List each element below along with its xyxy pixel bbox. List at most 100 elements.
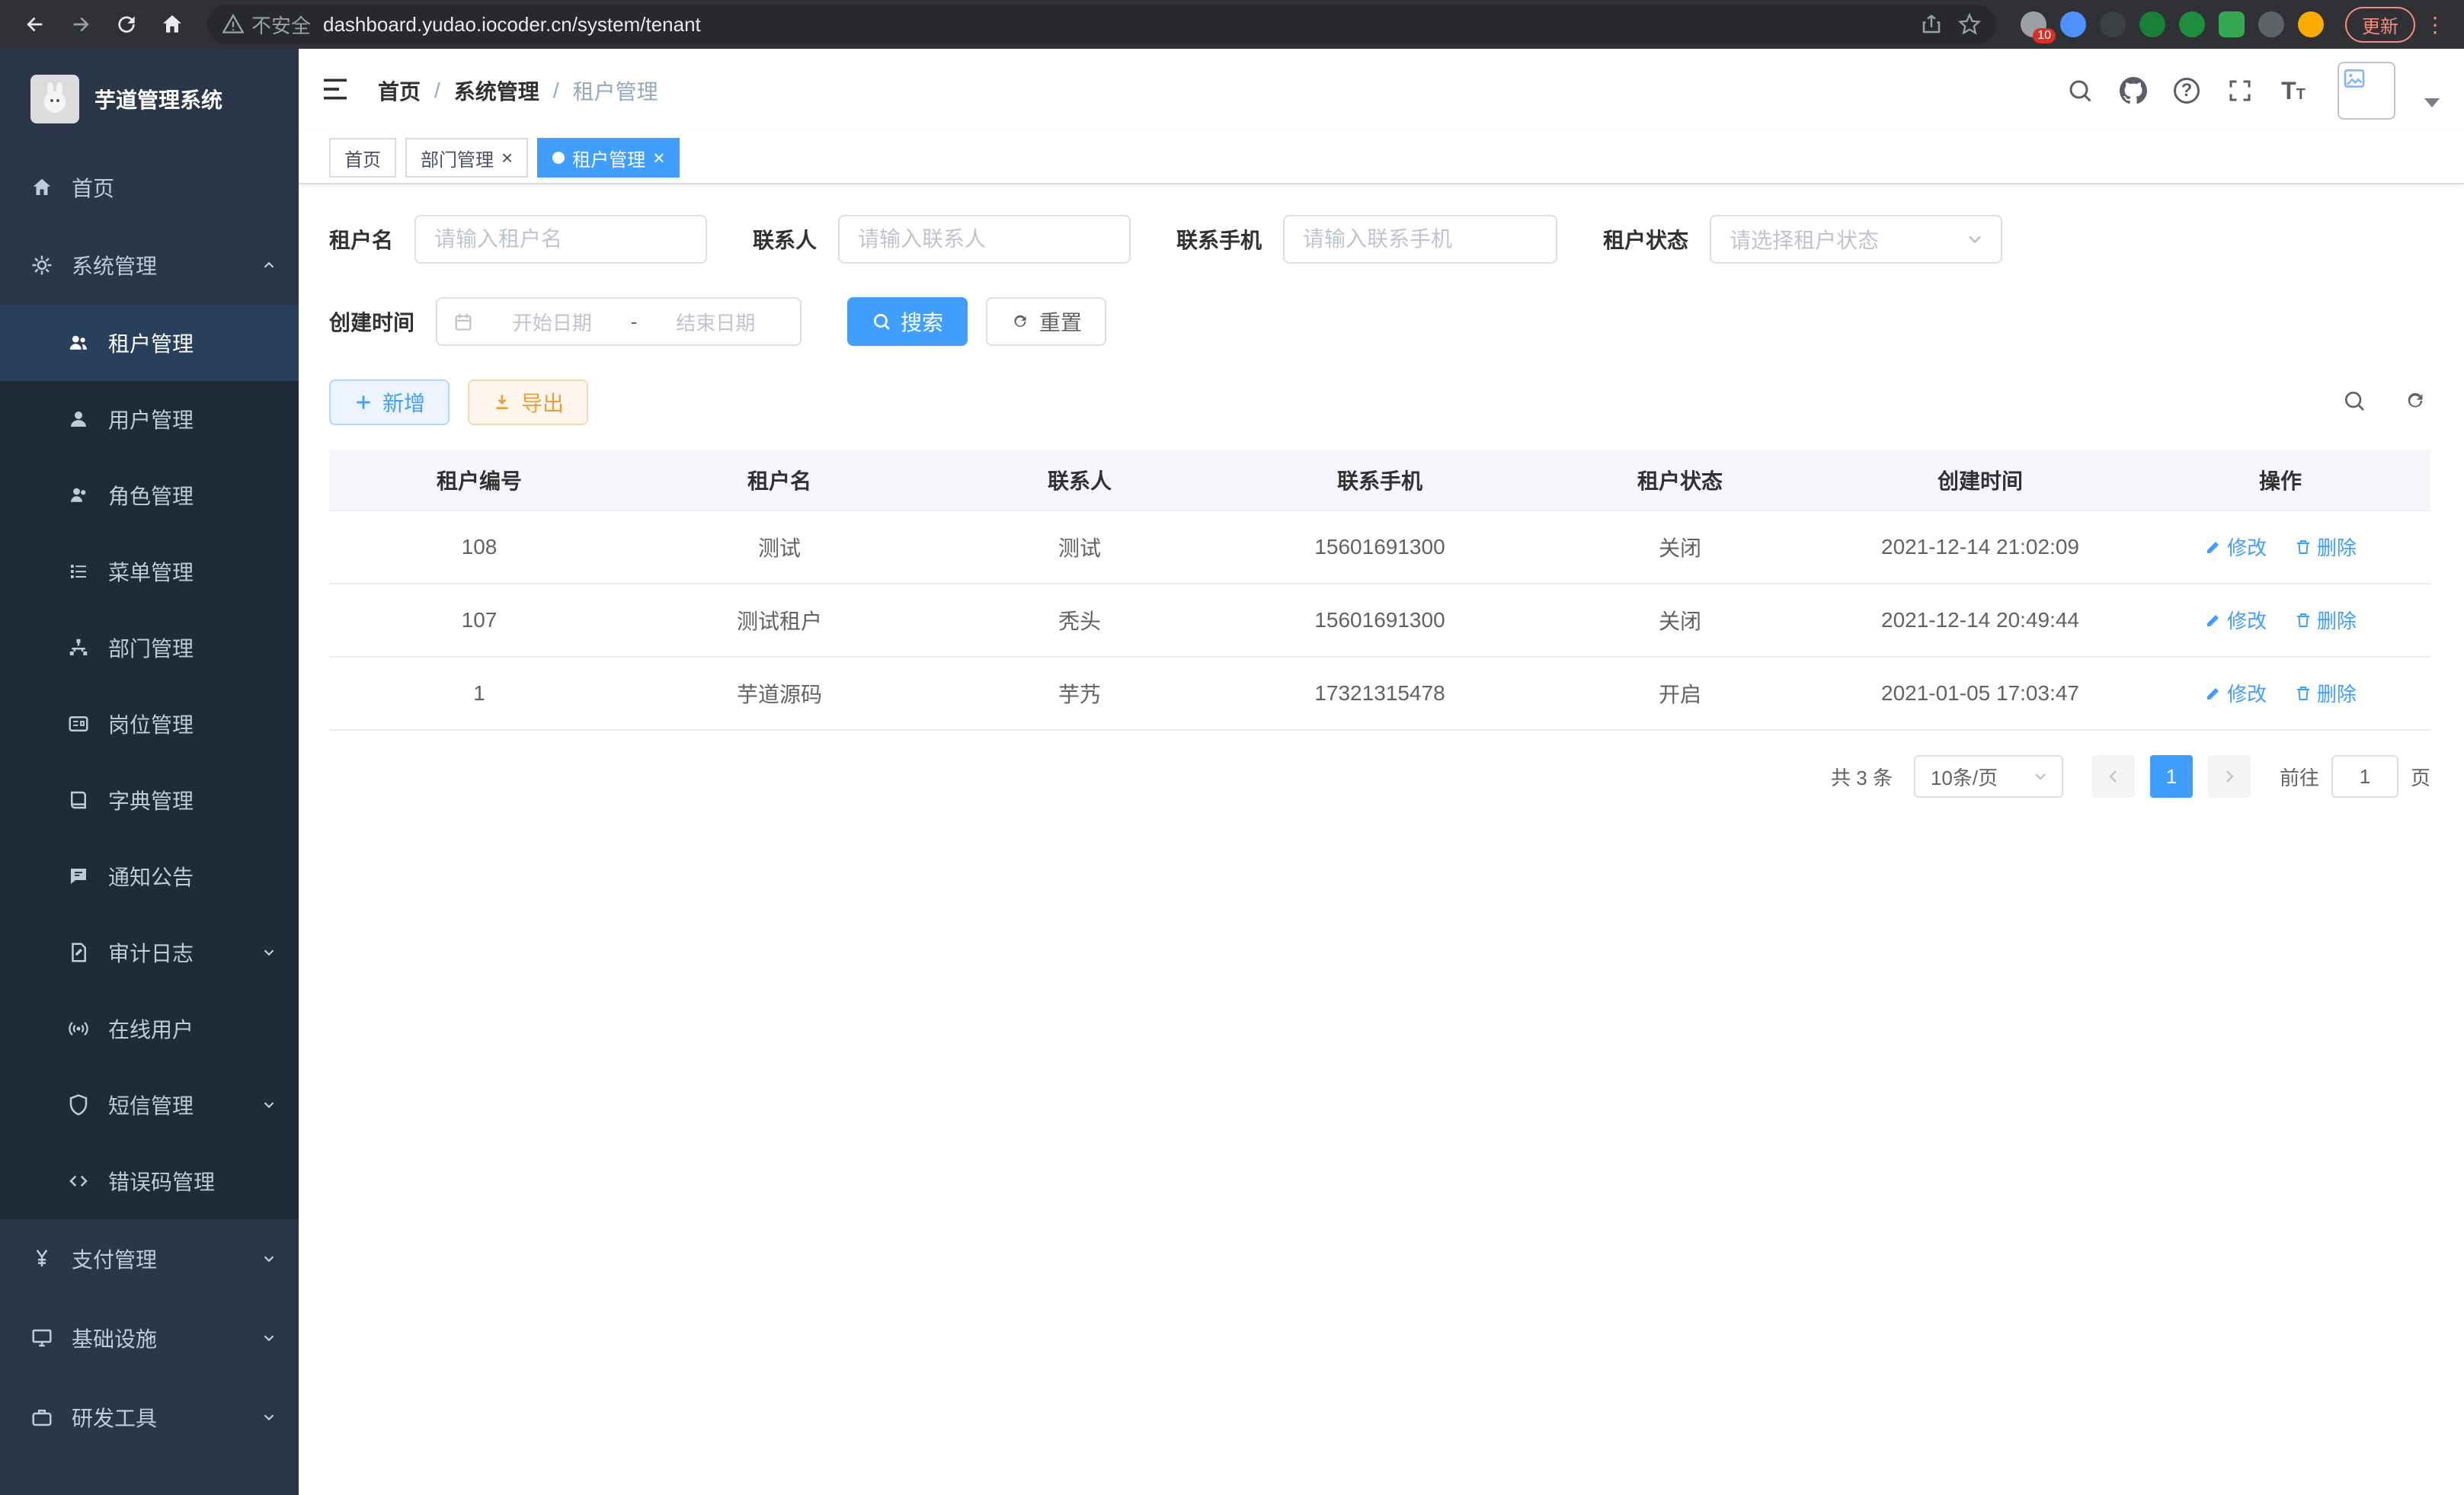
tab-close-icon[interactable]: × <box>501 148 513 168</box>
extension-icon-3[interactable] <box>2100 11 2126 37</box>
active-tab-dot <box>552 152 565 164</box>
export-button[interactable]: 导出 <box>468 379 588 425</box>
tab-dept[interactable]: 部门管理 × <box>405 138 528 178</box>
col-phone: 联系手机 <box>1230 450 1530 511</box>
chevron-down-icon <box>261 1330 277 1346</box>
sidebar-item-sms[interactable]: 短信管理 <box>0 1067 299 1143</box>
edit-link[interactable]: 修改 <box>2204 606 2267 634</box>
help-button[interactable]: ? <box>2171 75 2202 106</box>
contact-input[interactable] <box>838 215 1131 264</box>
table-header-row: 租户编号 租户名 联系人 联系手机 租户状态 创建时间 操作 <box>329 450 2430 511</box>
header-search-button[interactable] <box>2065 75 2095 106</box>
chrome-update-button[interactable]: 更新 <box>2345 7 2415 43</box>
tab-close-icon[interactable]: × <box>653 148 664 168</box>
breadcrumb-home[interactable]: 首页 <box>378 75 421 106</box>
extension-icon-1[interactable]: 10 <box>2021 11 2046 37</box>
profile-avatar-icon[interactable] <box>2298 11 2324 37</box>
cell-phone: 15601691300 <box>1230 511 1530 584</box>
search-button-label: 搜索 <box>901 306 943 337</box>
navbar: 首页 / 系统管理 / 租户管理 ? TT <box>299 49 2464 133</box>
tab-tenant[interactable]: 租户管理 × <box>537 138 680 178</box>
refresh-table-button[interactable] <box>2403 389 2430 416</box>
sidebar-item-infrastructure[interactable]: 基础设施 <box>0 1298 299 1378</box>
sidebar-item-payment[interactable]: 支付管理 <box>0 1219 299 1298</box>
bookmark-star-icon[interactable] <box>1958 13 1981 36</box>
next-page-button[interactable] <box>2208 755 2251 798</box>
edit-link[interactable]: 修改 <box>2204 679 2267 707</box>
share-icon[interactable] <box>1920 13 1943 36</box>
security-chip[interactable]: 不安全 <box>222 11 311 39</box>
sidebar-item-menu[interactable]: 菜单管理 <box>0 533 299 610</box>
extension-icon-7[interactable] <box>2258 11 2284 37</box>
browser-menu-button[interactable]: ⋮ <box>2424 12 2446 37</box>
user-avatar[interactable] <box>2338 62 2395 120</box>
browser-forward-button[interactable] <box>61 5 101 44</box>
sidebar-item-home[interactable]: 首页 <box>0 149 299 226</box>
cell-actions: 修改 删除 <box>2130 657 2430 730</box>
edit-label: 修改 <box>2227 679 2267 707</box>
gear-icon <box>30 254 53 277</box>
sidebar-item-post[interactable]: 岗位管理 <box>0 686 299 762</box>
page-number-1[interactable]: 1 <box>2150 755 2193 798</box>
page-size-select[interactable]: 10条/页 <box>1914 755 2063 798</box>
goto-page: 前往 页 <box>2280 755 2430 798</box>
url-text[interactable]: dashboard.yudao.iocoder.cn/system/tenant <box>323 13 1920 37</box>
sidebar-item-notice[interactable]: 通知公告 <box>0 838 299 914</box>
extension-icon-4[interactable] <box>2139 11 2165 37</box>
sidebar-item-error-code[interactable]: 错误码管理 <box>0 1143 299 1219</box>
browser-home-button[interactable] <box>152 5 192 44</box>
sidebar-item-dict[interactable]: 字典管理 <box>0 762 299 838</box>
browser-reload-button[interactable] <box>107 5 146 44</box>
font-size-button[interactable]: TT <box>2278 75 2309 106</box>
breadcrumb-section[interactable]: 系统管理 <box>454 75 539 106</box>
delete-link[interactable]: 删除 <box>2294 533 2357 561</box>
user-icon <box>67 408 90 431</box>
browser-back-button[interactable] <box>15 5 55 44</box>
date-range-picker[interactable]: 开始日期 - 结束日期 <box>436 297 802 346</box>
sidebar-item-online-users[interactable]: 在线用户 <box>0 991 299 1067</box>
sidebar-item-dept[interactable]: 部门管理 <box>0 610 299 686</box>
extension-tray: 10 <box>2021 11 2324 37</box>
delete-label: 删除 <box>2317 606 2357 634</box>
goto-page-input[interactable] <box>2331 755 2398 798</box>
address-bar[interactable]: 不安全 dashboard.yudao.iocoder.cn/system/te… <box>207 5 1996 44</box>
phone-input[interactable] <box>1283 215 1557 264</box>
prev-page-button[interactable] <box>2092 755 2135 798</box>
app-title: 芋道管理系统 <box>94 84 222 114</box>
edit-link[interactable]: 修改 <box>2204 533 2267 561</box>
cell-phone: 17321315478 <box>1230 657 1530 730</box>
github-button[interactable] <box>2118 75 2149 106</box>
add-button[interactable]: 新增 <box>329 379 450 425</box>
extension-icon-6[interactable] <box>2219 11 2245 37</box>
breadcrumb: 首页 / 系统管理 / 租户管理 <box>378 75 2065 106</box>
logo-rabbit-icon <box>37 81 73 117</box>
app-logo <box>30 75 79 123</box>
sidebar-collapse-button[interactable] <box>320 74 354 107</box>
status-select[interactable]: 请选择租户状态 <box>1710 215 2002 264</box>
caret-down-icon[interactable] <box>2424 98 2440 107</box>
cell-tenant-name: 芋道源码 <box>629 657 930 730</box>
cell-tenant-id: 107 <box>329 584 629 657</box>
delete-link[interactable]: 删除 <box>2294 606 2357 634</box>
toggle-search-button[interactable] <box>2342 389 2370 416</box>
extension-icon-2[interactable] <box>2060 11 2086 37</box>
signal-icon <box>67 1017 90 1040</box>
page-unit-label: 页 <box>2411 763 2430 791</box>
tab-home[interactable]: 首页 <box>329 138 396 178</box>
navbar-actions: ? TT <box>2065 62 2440 120</box>
sidebar-item-audit-log[interactable]: 审计日志 <box>0 914 299 991</box>
tenant-name-input[interactable] <box>414 215 707 264</box>
search-button[interactable]: 搜索 <box>847 297 968 346</box>
sidebar-item-system[interactable]: 系统管理 <box>0 226 299 305</box>
cell-status: 开启 <box>1530 657 1830 730</box>
sidebar-item-dev-tools[interactable]: 研发工具 <box>0 1378 299 1457</box>
delete-link[interactable]: 删除 <box>2294 679 2357 707</box>
reset-button[interactable]: 重置 <box>986 297 1106 346</box>
extension-icon-5[interactable] <box>2179 11 2205 37</box>
sidebar-item-role[interactable]: 角色管理 <box>0 457 299 533</box>
sidebar-item-user[interactable]: 用户管理 <box>0 381 299 457</box>
fullscreen-button[interactable] <box>2225 75 2255 106</box>
date-start-placeholder: 开始日期 <box>483 308 622 336</box>
sidebar-item-tenant[interactable]: 租户管理 <box>0 305 299 381</box>
cell-status: 关闭 <box>1530 584 1830 657</box>
